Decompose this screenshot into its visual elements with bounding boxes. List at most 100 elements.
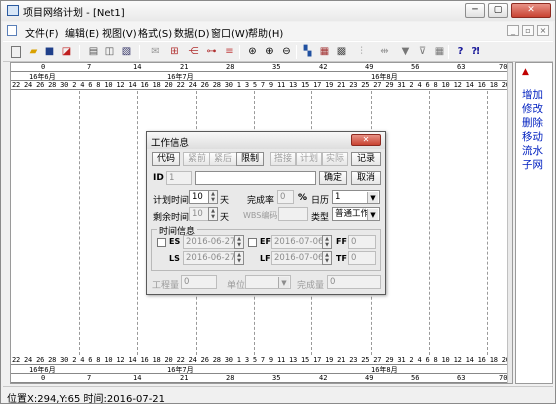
week-tick: 56 <box>411 374 420 382</box>
es-spinner[interactable]: ▲ ▼ <box>234 235 244 249</box>
week-tick: 7 <box>87 63 92 71</box>
minimize-button[interactable]: ─ <box>465 3 485 18</box>
menu-view[interactable]: 视图(V) <box>102 25 137 40</box>
completion-label: 完成率 <box>247 196 275 206</box>
vertical-scrollbar[interactable] <box>507 63 512 383</box>
menu-format[interactable]: 格式(S) <box>138 25 172 40</box>
align-icon[interactable]: ≡ <box>223 45 236 58</box>
cmd-delete[interactable]: 删除 <box>522 115 543 130</box>
type-label: 类型 <box>311 213 330 223</box>
print-icon[interactable]: ▤ <box>87 45 100 58</box>
actual-button[interactable]: 实际 <box>322 152 348 166</box>
close-button[interactable]: ✕ <box>511 3 551 18</box>
zoom-out-icon[interactable]: ⊖ <box>280 45 293 58</box>
branch-icon[interactable]: ⊶ <box>205 45 218 58</box>
es-checkbox[interactable] <box>157 238 166 247</box>
title-bar[interactable]: 项目网络计划 - [Net1] ─ ▢ ✕ <box>1 1 555 21</box>
link-node-icon[interactable]: ⊞ <box>168 45 181 58</box>
print-preview-icon[interactable]: ◫ <box>103 45 116 58</box>
lf-field[interactable]: 2016-07-06 <box>271 251 323 265</box>
ef-field[interactable]: 2016-07-06 <box>271 235 323 249</box>
open-folder-icon[interactable]: ▰ <box>27 45 40 58</box>
help-icon[interactable]: ? <box>454 45 467 58</box>
mail-icon[interactable]: ✉ <box>149 45 162 58</box>
week-tick: 14 <box>133 374 142 382</box>
menu-edit[interactable]: 编辑(E) <box>65 25 99 40</box>
ls-spinner[interactable]: ▲ ▼ <box>234 251 244 265</box>
tf-field[interactable]: 0 <box>348 251 376 265</box>
successor-button[interactable]: 紧后 <box>209 152 237 166</box>
zoom-in-icon[interactable]: ⊕ <box>263 45 276 58</box>
confirm-button[interactable]: 确定 <box>319 171 347 185</box>
week-tick: 28 <box>226 374 235 382</box>
network-icon[interactable]: ⋲ <box>187 45 200 58</box>
filter-icon[interactable]: ▼ <box>399 45 412 58</box>
code-button[interactable]: 代码 <box>152 152 180 166</box>
maximize-button[interactable]: ▢ <box>488 3 508 18</box>
es-field[interactable]: 2016-06-27 <box>183 235 235 249</box>
planned-duration-spinner[interactable]: ▲ ▼ <box>208 190 218 204</box>
table-icon[interactable]: ▦ <box>433 45 446 58</box>
zoom-fit-icon[interactable]: ⊛ <box>246 45 259 58</box>
plan-button[interactable]: 计划 <box>296 152 322 166</box>
id-field[interactable]: 1 <box>166 171 192 185</box>
week-tick: 49 <box>365 63 374 71</box>
ef-spinner[interactable]: ▲ ▼ <box>322 235 332 249</box>
grid-line <box>79 91 80 355</box>
ef-checkbox[interactable] <box>248 238 257 247</box>
dialog-close-button[interactable]: ✕ <box>351 134 381 146</box>
ls-field[interactable]: 2016-06-27 <box>183 251 235 265</box>
cmd-flow[interactable]: 流水 <box>522 143 543 158</box>
unit-select[interactable]: ▼ <box>245 275 291 289</box>
menu-data[interactable]: 数据(D) <box>174 25 210 40</box>
new-doc-icon[interactable] <box>11 46 21 58</box>
cmd-subnet[interactable]: 子网 <box>522 157 543 172</box>
day-labels: 22 24 26 28 30 2 4 6 8 10 12 14 16 18 20… <box>12 356 507 364</box>
lf-spinner[interactable]: ▲ ▼ <box>322 251 332 265</box>
constraint-button[interactable]: 限制 <box>236 152 264 166</box>
done-quantity-field[interactable]: 0 <box>327 275 381 289</box>
dialog-title-bar[interactable]: 工作信息 ✕ <box>147 132 385 149</box>
calendar-icon[interactable]: ▦ <box>318 45 331 58</box>
mdi-restore-button[interactable]: ▫ <box>522 25 534 36</box>
doc-star-icon[interactable]: ◪ <box>60 45 73 58</box>
remaining-spinner[interactable]: ▲ ▼ <box>208 207 218 221</box>
record-button[interactable]: 记录 <box>351 152 381 166</box>
quantity-label: 工程量 <box>152 281 180 291</box>
completion-field[interactable]: 0 <box>277 190 294 204</box>
cmd-modify[interactable]: 修改 <box>522 101 543 116</box>
context-help-icon[interactable]: ⁈ <box>469 45 482 58</box>
filter-edit-icon[interactable]: ⊽ <box>416 45 429 58</box>
arrows-icon[interactable]: ⇹ <box>378 45 391 58</box>
calendar-select[interactable]: 1 ▼ <box>332 190 380 204</box>
split-icon[interactable]: ⫶ <box>355 45 368 58</box>
grid-icon[interactable]: ▩ <box>335 45 348 58</box>
mdi-close-button[interactable]: × <box>537 25 549 36</box>
overlap-button[interactable]: 搭接 <box>270 152 296 166</box>
cancel-button[interactable]: 取消 <box>351 171 381 185</box>
wbs-field[interactable] <box>278 207 308 221</box>
planned-duration-field[interactable]: 10 <box>189 190 209 204</box>
ff-field[interactable]: 0 <box>348 235 376 249</box>
menu-file[interactable]: 文件(F) <box>25 25 59 40</box>
quantity-field[interactable]: 0 <box>181 275 217 289</box>
grid-line <box>429 91 430 355</box>
menu-window[interactable]: 窗口(W) <box>211 25 249 40</box>
grid-line <box>487 91 488 355</box>
doc-export-icon[interactable]: ▧ <box>120 45 133 58</box>
menu-help[interactable]: 帮助(H) <box>248 25 283 40</box>
predecessor-button[interactable]: 紧前 <box>183 152 211 166</box>
cmd-add[interactable]: 增加 <box>522 87 543 102</box>
type-select[interactable]: 普通工作 ▼ <box>332 207 380 221</box>
week-tick: 21 <box>180 63 189 71</box>
week-tick: 35 <box>272 63 281 71</box>
ls-label: LS <box>169 254 180 263</box>
pointer-icon[interactable]: ▲ <box>522 67 529 77</box>
chart-icon[interactable]: ▚ <box>301 45 314 58</box>
remaining-field[interactable]: 10 <box>189 207 209 221</box>
document-icon[interactable] <box>7 25 17 36</box>
mdi-minimize-button[interactable]: _ <box>507 25 519 36</box>
cmd-move[interactable]: 移动 <box>522 129 543 144</box>
work-name-field[interactable] <box>195 171 316 185</box>
save-icon[interactable]: ■ <box>43 45 56 58</box>
